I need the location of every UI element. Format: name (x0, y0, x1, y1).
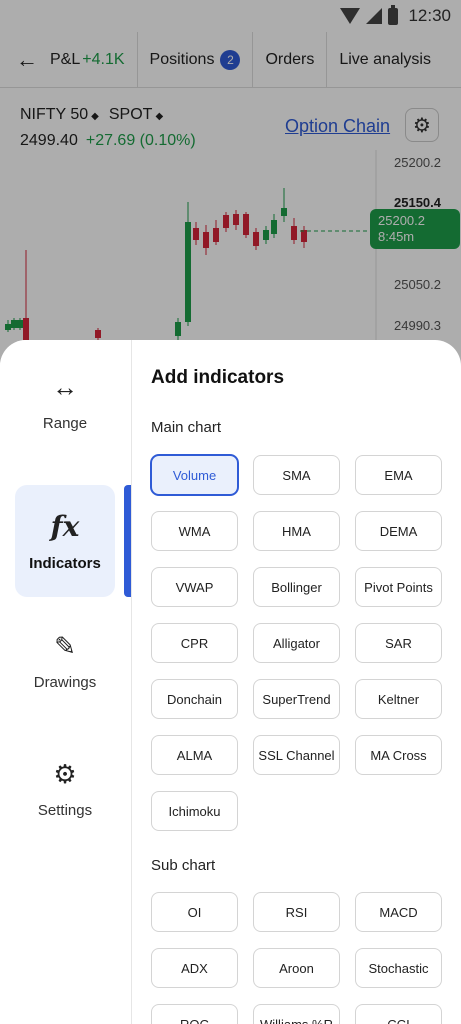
indicator-chip-cpr[interactable]: CPR (151, 623, 238, 663)
indicator-chip-hma[interactable]: HMA (253, 511, 340, 551)
sidebar-item-label: Settings (37, 802, 93, 819)
active-tab-indicator (124, 485, 131, 597)
indicator-chip-alligator[interactable]: Alligator (253, 623, 340, 663)
indicators-bottom-sheet: ↔ Range fx Indicators ✎ Drawings ⚙ Setti… (0, 340, 461, 1024)
indicator-chip-ema[interactable]: EMA (355, 455, 442, 495)
indicator-chip-roc[interactable]: ROC (151, 1004, 238, 1024)
indicator-chip-volume[interactable]: Volume (151, 455, 238, 495)
indicator-chip-donchain[interactable]: Donchain (151, 679, 238, 719)
sidebar-item-label: Range (42, 415, 88, 432)
pen-icon: ✎ (54, 631, 76, 661)
indicator-chip-ssl-channel[interactable]: SSL Channel (253, 735, 340, 775)
indicator-chip-ichimoku[interactable]: Ichimoku (151, 791, 238, 831)
sidebar-item-settings[interactable]: ⚙ Settings (15, 733, 115, 845)
indicator-chip-dema[interactable]: DEMA (355, 511, 442, 551)
sub-chart-indicator-grid: OI RSI MACD ADX Aroon Stochastic ROC Williams %… (151, 892, 442, 1024)
indicator-chip-alma[interactable]: ALMA (151, 735, 238, 775)
indicator-chip-vwap[interactable]: VWAP (151, 567, 238, 607)
indicator-chip-cci[interactable]: CCI (355, 1004, 442, 1024)
sidebar-item-indicators[interactable]: fx Indicators (15, 485, 115, 597)
left-right-arrow-icon: ↔ (52, 372, 78, 402)
sub-chart-heading: Sub chart (151, 857, 216, 874)
indicator-chip-williams-r[interactable]: Williams %R (253, 1004, 340, 1024)
indicator-chip-wma[interactable]: WMA (151, 511, 238, 551)
indicator-chip-pivot-points[interactable]: Pivot Points (355, 567, 442, 607)
sidebar-item-label: Indicators (29, 555, 101, 572)
indicator-chip-sma[interactable]: SMA (253, 455, 340, 495)
indicator-chip-keltner[interactable]: Keltner (355, 679, 442, 719)
indicator-chip-sar[interactable]: SAR (355, 623, 442, 663)
divider (131, 340, 132, 1024)
gear-icon: ⚙ (53, 759, 77, 789)
indicator-chip-supertrend[interactable]: SuperTrend (253, 679, 340, 719)
sidebar-item-label: Drawings (33, 674, 97, 691)
sheet-title: Add indicators (151, 367, 285, 388)
indicator-chip-oi[interactable]: OI (151, 892, 238, 932)
sidebar-item-drawings[interactable]: ✎ Drawings (15, 605, 115, 717)
indicator-chip-bollinger[interactable]: Bollinger (253, 567, 340, 607)
sheet-sidebar: ↔ Range fx Indicators ✎ Drawings ⚙ Setti… (0, 340, 131, 1024)
indicator-chip-adx[interactable]: ADX (151, 948, 238, 988)
fx-icon: fx (50, 510, 80, 543)
indicator-chip-aroon[interactable]: Aroon (253, 948, 340, 988)
main-chart-indicator-grid: Volume SMA EMA WMA HMA DEMA VWAP Bollinger Pivot… (151, 455, 442, 831)
indicator-chip-stochastic[interactable]: Stochastic (355, 948, 442, 988)
sidebar-item-range[interactable]: ↔ Range (15, 346, 115, 458)
main-chart-heading: Main chart (151, 419, 222, 436)
indicator-chip-rsi[interactable]: RSI (253, 892, 340, 932)
indicator-chip-ma-cross[interactable]: MA Cross (355, 735, 442, 775)
indicator-chip-macd[interactable]: MACD (355, 892, 442, 932)
